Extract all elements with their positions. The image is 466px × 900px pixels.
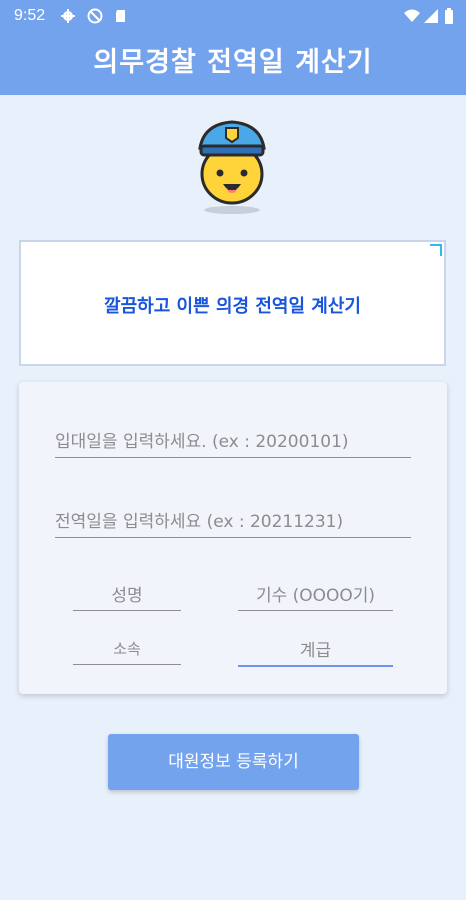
status-bar: 9:52 xyxy=(0,0,466,32)
app-title: 의무경찰 전역일 계산기 xyxy=(93,47,373,78)
register-button[interactable]: 대원정보 등록하기 xyxy=(108,734,359,790)
battery-icon xyxy=(445,8,453,24)
ad-text: 깔끔하고 이쁜 의경 전역일 계산기 xyxy=(104,296,361,317)
rank-input[interactable]: 계급 xyxy=(238,636,393,667)
discharge-date-input[interactable]: 전역일을 입력하세요 (ex : 20211231) xyxy=(55,507,411,538)
unit-input[interactable]: 소속 xyxy=(73,638,181,665)
status-time: 9:52 xyxy=(14,7,46,24)
class-input[interactable]: 기수 (OOOO기) xyxy=(238,581,393,611)
enlist-date-input[interactable]: 입대일을 입력하세요. (ex : 20200101) xyxy=(55,427,411,458)
sd-card-icon xyxy=(116,10,125,22)
gear-icon xyxy=(61,9,75,23)
app-bar: 9:52 의무경찰 전역일 계산기 xyxy=(0,0,466,95)
wifi-icon xyxy=(404,9,420,22)
ad-banner[interactable]: 깔끔하고 이쁜 의경 전역일 계산기 xyxy=(19,240,446,366)
ad-choices-icon[interactable] xyxy=(430,244,442,256)
police-officer-icon xyxy=(198,120,266,214)
name-input[interactable]: 성명 xyxy=(73,581,181,611)
signal-icon xyxy=(424,9,438,23)
do-not-disturb-icon xyxy=(87,8,103,24)
